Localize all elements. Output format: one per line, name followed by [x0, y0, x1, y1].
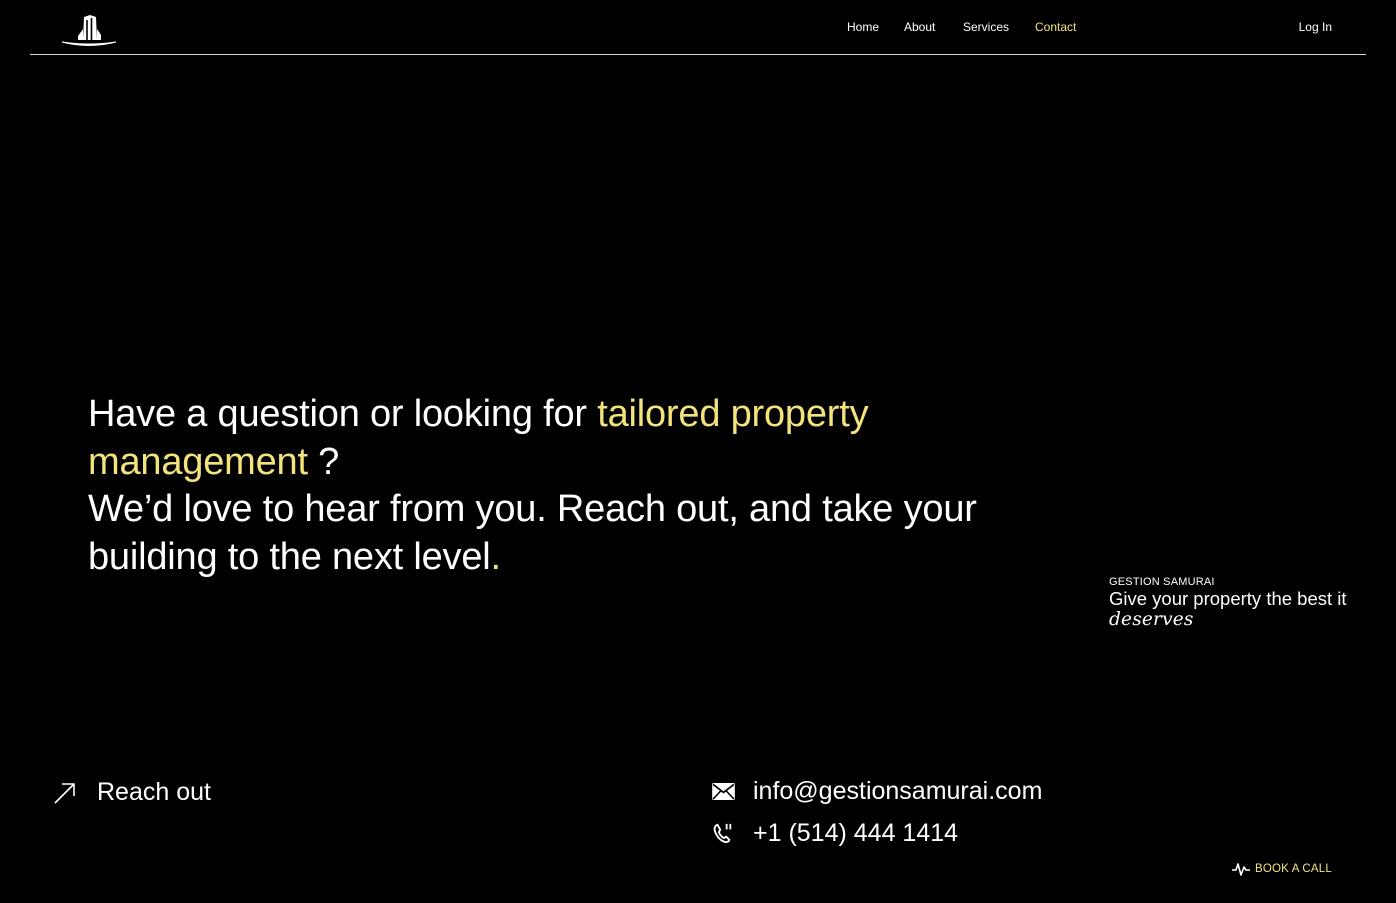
book-call-label: BOOK A CALL	[1255, 863, 1332, 875]
hero-line2: We’d love to hear from you. Reach out, a…	[88, 488, 977, 578]
phone-link[interactable]: +1 (514) 444 1414	[753, 819, 958, 848]
pulse-icon	[1232, 863, 1250, 876]
email-row: info@gestionsamurai.com	[711, 774, 1042, 808]
login-link[interactable]: Log In	[1299, 20, 1332, 34]
brand-tagline: GESTION SAMURAI Give your property the b…	[1109, 576, 1349, 630]
hero-question-mark: ?	[307, 440, 340, 483]
book-call-button[interactable]: BOOK A CALL	[1232, 861, 1332, 877]
hero-line1-plain: Have a question or looking for	[88, 393, 598, 435]
arrow-up-right-icon	[54, 782, 75, 804]
header-divider	[30, 54, 1366, 55]
slogan-text: Give your property the best it	[1109, 588, 1347, 609]
hero-period: .	[490, 535, 502, 578]
reach-out-link[interactable]: Reach out	[53, 778, 211, 807]
reach-out-label: Reach out	[97, 778, 211, 806]
contact-info: info@gestionsamurai.com +1 (514) 444 141…	[711, 774, 1042, 858]
nav-services[interactable]: Services	[963, 20, 1009, 34]
phone-icon	[711, 821, 735, 845]
contact-page: Home About Services Contact Log In Have …	[0, 0, 1396, 903]
nav-contact[interactable]: Contact	[1035, 20, 1076, 34]
brand-slogan: Give your property the best it deserves	[1109, 589, 1349, 630]
phone-row: +1 (514) 444 1414	[711, 816, 1042, 850]
email-link[interactable]: info@gestionsamurai.com	[753, 777, 1042, 806]
slogan-italic: deserves	[1109, 609, 1194, 630]
hero-invite: We’d love to hear from you. Reach out, a…	[88, 486, 1048, 581]
nav-about[interactable]: About	[904, 20, 935, 34]
nav-home[interactable]: Home	[847, 20, 879, 34]
mail-icon	[711, 779, 735, 803]
hero-heading: Have a question or looking for tailored …	[88, 391, 1048, 581]
hero-question: Have a question or looking for tailored …	[88, 391, 1048, 486]
samurai-hat-logo[interactable]	[60, 12, 118, 48]
